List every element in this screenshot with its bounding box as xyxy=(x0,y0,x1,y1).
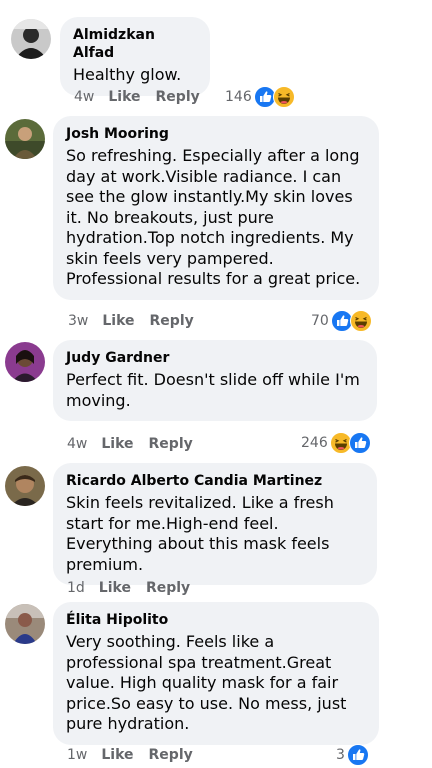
reply-button[interactable]: Reply xyxy=(146,579,190,597)
timestamp[interactable]: 4w xyxy=(74,88,94,106)
haha-icon xyxy=(349,310,372,332)
comment-actions: 4w Like Reply xyxy=(74,88,215,106)
comment-actions: 4w Like Reply xyxy=(67,435,208,453)
haha-icon xyxy=(272,86,295,108)
comment-text: Healthy glow. xyxy=(73,65,182,84)
avatar[interactable] xyxy=(5,466,45,506)
avatar[interactable] xyxy=(5,604,45,644)
comment-text: Very soothing. Feels like a professional… xyxy=(66,632,347,733)
comment-actions: 1d Like Reply xyxy=(67,579,205,597)
reaction-count: 246 xyxy=(301,435,328,451)
reaction-summary[interactable]: 3 xyxy=(336,744,369,766)
comment-bubble: Ricardo Alberto Candia Martinez Skin fee… xyxy=(53,463,377,585)
comment-bubble: Élita Hipolito Very soothing. Feels like… xyxy=(53,602,379,745)
author-name[interactable]: Almidzkan Alfad xyxy=(73,26,197,62)
like-button[interactable]: Like xyxy=(101,746,133,764)
timestamp[interactable]: 4w xyxy=(67,435,87,453)
timestamp[interactable]: 1d xyxy=(67,579,85,597)
author-name[interactable]: Judy Gardner xyxy=(66,349,364,367)
avatar[interactable] xyxy=(5,342,45,382)
comment-actions: 1w Like Reply xyxy=(67,746,208,764)
timestamp[interactable]: 3w xyxy=(68,312,88,330)
like-button[interactable]: Like xyxy=(102,312,134,330)
reaction-count: 3 xyxy=(336,747,345,763)
reaction-count: 146 xyxy=(225,89,252,105)
avatar[interactable] xyxy=(11,19,51,59)
reaction-count: 70 xyxy=(311,313,329,329)
avatar[interactable] xyxy=(5,119,45,159)
comment-bubble: Josh Mooring So refreshing. Especially a… xyxy=(53,116,379,300)
reaction-summary[interactable]: 146 xyxy=(225,86,295,108)
author-name[interactable]: Ricardo Alberto Candia Martinez xyxy=(66,472,364,490)
reaction-summary[interactable]: 70 xyxy=(311,310,372,332)
comment-text: So refreshing. Especially after a long d… xyxy=(66,146,361,288)
comment-bubble: Almidzkan Alfad Healthy glow. xyxy=(60,17,210,96)
comment-text: Perfect fit. Doesn't slide off while I'm… xyxy=(66,370,360,410)
reply-button[interactable]: Reply xyxy=(156,88,200,106)
like-button[interactable]: Like xyxy=(101,435,133,453)
comment-bubble: Judy Gardner Perfect fit. Doesn't slide … xyxy=(53,340,377,421)
like-icon xyxy=(348,432,371,454)
author-name[interactable]: Josh Mooring xyxy=(66,125,366,143)
reply-button[interactable]: Reply xyxy=(149,435,193,453)
like-button[interactable]: Like xyxy=(99,579,131,597)
comment-actions: 3w Like Reply xyxy=(68,312,209,330)
reply-button[interactable]: Reply xyxy=(149,746,193,764)
reply-button[interactable]: Reply xyxy=(150,312,194,330)
author-name[interactable]: Élita Hipolito xyxy=(66,611,366,629)
comment-text: Skin feels revitalized. Like a fresh sta… xyxy=(66,493,334,574)
like-button[interactable]: Like xyxy=(108,88,140,106)
timestamp[interactable]: 1w xyxy=(67,746,87,764)
reaction-summary[interactable]: 246 xyxy=(301,432,371,454)
like-icon xyxy=(346,744,369,766)
